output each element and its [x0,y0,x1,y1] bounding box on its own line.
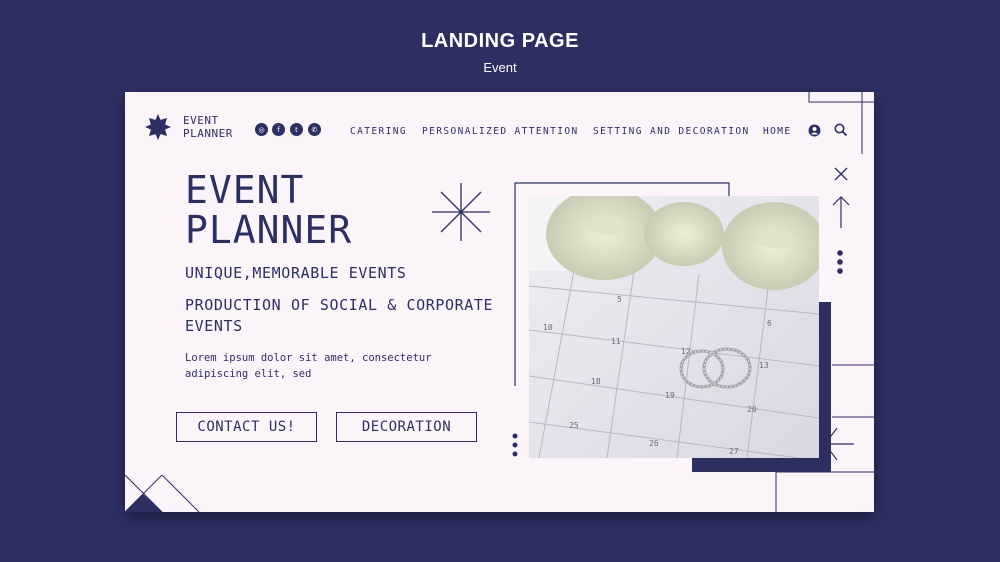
photo-illustration: 5 6 10 11 12 13 18 19 20 25 26 27 [529,196,819,458]
twitter-icon[interactable]: t [290,123,303,136]
nav-personalized-attention[interactable]: PERSONALIZED ATTENTION [422,126,579,137]
decoration-button[interactable]: DECORATION [336,412,477,442]
hero-tagline: UNIQUE,MEMORABLE EVENTS [185,264,407,282]
cal-num: 11 [611,337,621,346]
cal-num: 19 [665,391,675,400]
whatsapp-icon[interactable]: ✆ [308,123,321,136]
landing-card: EVENT PLANNER ◎ f t ✆ CATERING PERSONALI… [125,92,874,512]
cal-num: 6 [767,319,772,328]
cal-num: 26 [649,439,659,448]
hero-title-line-2: PLANNER [185,208,353,252]
cal-num: 10 [543,323,553,332]
search-icon[interactable] [834,123,848,137]
more-vertical-icon-left[interactable] [511,432,519,458]
triangle-decoration [125,475,200,512]
hero-title-line-1: EVENT [185,168,305,212]
logo-line-1: EVENT [183,114,219,127]
cal-num: 25 [569,421,579,430]
hero-title: EVENT PLANNER [185,170,352,250]
arrow-up-icon[interactable] [831,195,851,229]
nav-setting-decoration[interactable]: SETTING AND DECORATION [593,126,750,137]
sparkle-star-icon [432,183,490,241]
close-icon[interactable] [833,166,849,182]
page-header-subtitle: Event [483,60,517,75]
cal-num: 18 [591,377,601,386]
flower-logo-icon[interactable] [145,114,171,140]
page-header-title: LANDING PAGE [421,30,579,52]
hero-photo: 5 6 10 11 12 13 18 19 20 25 26 27 [529,196,819,458]
hero-production-text: PRODUCTION OF SOCIAL & CORPORATE EVENTS [185,296,494,335]
logo-text: EVENT PLANNER [183,114,233,140]
cal-num: 13 [759,361,769,370]
more-vertical-icon[interactable] [836,249,844,275]
hero-description: Lorem ipsum dolor sit amet, consectetur … [185,352,432,380]
cal-num: 20 [747,405,757,414]
instagram-icon[interactable]: ◎ [255,123,268,136]
logo-line-2: PLANNER [183,127,233,140]
facebook-icon[interactable]: f [272,123,285,136]
nav-home[interactable]: HOME [763,126,791,137]
nav-catering[interactable]: CATERING [350,126,407,137]
contact-button[interactable]: CONTACT US! [176,412,317,442]
user-icon[interactable] [808,124,821,137]
cal-num: 5 [617,295,622,304]
cal-num: 27 [729,447,739,456]
